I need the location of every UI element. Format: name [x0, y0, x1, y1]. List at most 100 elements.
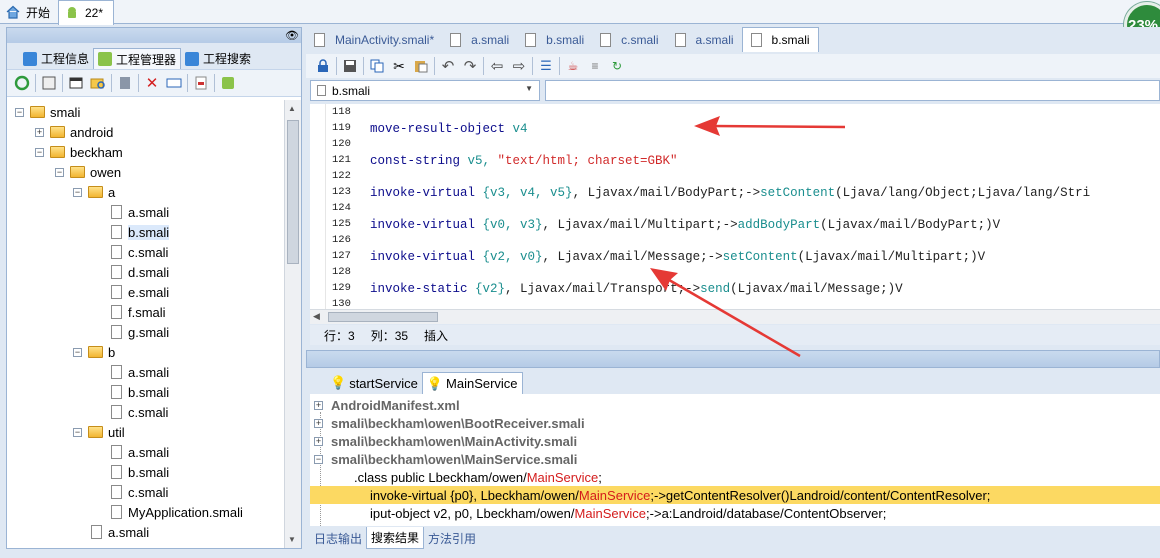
tab-start[interactable]: 开始 [0, 0, 58, 24]
toolbar-divider [532, 57, 533, 75]
tree-file[interactable]: d.smali [111, 262, 169, 282]
forward-icon[interactable]: ⇨ [508, 56, 530, 76]
scroll-up-icon[interactable]: ▲ [288, 104, 296, 113]
redo-icon[interactable]: ↷ [459, 56, 481, 76]
file-icon[interactable] [190, 73, 212, 93]
collapse-icon[interactable]: − [55, 167, 64, 177]
panel-splitter[interactable] [306, 350, 1160, 368]
tree-file[interactable]: g.smali [111, 322, 169, 342]
tree-node-b[interactable]: − b [73, 342, 115, 362]
lock-icon[interactable] [312, 56, 334, 76]
delete-icon[interactable]: ✕ [141, 73, 163, 93]
result-file[interactable]: + smali\beckham\owen\BootReceiver.smali [310, 414, 1160, 432]
tree-node-beckham[interactable]: − beckham [35, 142, 123, 162]
list-icon[interactable]: ≡ [584, 56, 606, 76]
tree-file-selected[interactable]: b.smali [111, 222, 170, 242]
tree-file[interactable]: a.smali [111, 442, 169, 462]
copy-icon[interactable] [366, 56, 388, 76]
collapse-icon[interactable]: − [35, 147, 44, 157]
run-icon[interactable]: ↻ [606, 56, 628, 76]
collapse-icon[interactable]: − [73, 187, 82, 197]
search-tab[interactable]: 💡 startService [326, 372, 422, 394]
rename-icon[interactable] [163, 73, 185, 93]
format-icon[interactable]: ☰ [535, 56, 557, 76]
tree-node-a[interactable]: − a [73, 182, 115, 202]
tree-file[interactable]: c.smali [111, 242, 168, 262]
search-tab-active[interactable]: 💡 MainService [421, 372, 523, 394]
result-file[interactable]: + AndroidManifest.xml [310, 396, 1160, 414]
undo-icon[interactable]: ↶ [437, 56, 459, 76]
tree-node-owen[interactable]: − owen [55, 162, 121, 182]
tree-file[interactable]: c.smali [111, 482, 168, 502]
expand-icon[interactable]: + [35, 127, 44, 137]
window-icon[interactable] [65, 73, 87, 93]
code-hscrollbar[interactable]: ◀ [310, 309, 1160, 324]
tree-file[interactable]: c.smali [111, 402, 168, 422]
expand-icon[interactable]: + [314, 436, 323, 446]
tree-file[interactable]: e.smali [111, 282, 169, 302]
code-line: 119 move-result-object v4 [330, 122, 528, 138]
editor-tab[interactable]: a.smali [442, 27, 517, 52]
collapse-icon[interactable]: − [314, 454, 323, 464]
scroll-down-icon[interactable]: ▼ [288, 535, 296, 544]
code-token: (Ljavax/mail/Message;)V [730, 282, 903, 296]
lightbulb-icon: 💡 [426, 375, 444, 391]
tab-method-refs[interactable]: 方法引用 [424, 527, 480, 549]
tab-project-info[interactable]: 工程信息 [19, 48, 93, 69]
refresh-icon[interactable] [11, 73, 33, 93]
tab-project[interactable]: 22* [58, 0, 114, 25]
chevron-down-icon[interactable]: ▼ [525, 84, 533, 93]
tab-project-manager[interactable]: 工程管理器 [93, 48, 182, 69]
save-icon[interactable] [339, 56, 361, 76]
editor-tab[interactable]: c.smali [592, 27, 666, 52]
editor-tab-label: c.smali [621, 32, 659, 47]
tree-file[interactable]: MyApplication.smali [111, 502, 243, 522]
collapse-icon[interactable]: − [73, 427, 82, 437]
java-icon[interactable]: ☕ [562, 56, 584, 76]
file-icon [111, 445, 122, 459]
eye-icon[interactable]: 👁 [285, 29, 299, 42]
tab-project-search[interactable]: 工程搜索 [181, 48, 255, 69]
line-number: 119 [332, 122, 351, 134]
paste-icon[interactable] [410, 56, 432, 76]
android-build-icon[interactable] [217, 73, 239, 93]
back-icon[interactable]: ⇦ [486, 56, 508, 76]
scroll-left-icon[interactable]: ◀ [313, 311, 320, 322]
editor-tab[interactable]: b.smali [517, 27, 592, 52]
result-file[interactable]: + smali\beckham\owen\MainActivity.smali [310, 432, 1160, 450]
result-match-selected[interactable]: invoke-virtual {p0}, Lbeckham/owen/MainS… [310, 486, 1160, 504]
editor-tab-active[interactable]: b.smali [741, 27, 819, 52]
expand-icon[interactable]: + [314, 418, 323, 428]
tree-scrollbar[interactable]: ▲ ▼ [284, 100, 301, 548]
editor-tab[interactable]: a.smali [667, 27, 742, 52]
file-icon [111, 205, 122, 219]
editor-tab[interactable]: MainActivity.smali* [306, 27, 442, 52]
tab-log-output[interactable]: 日志输出 [310, 527, 366, 549]
tree-file[interactable]: a.smali [91, 522, 149, 542]
code-token: , Ljavax/mail/Multipart;-> [542, 218, 738, 232]
file-selector[interactable]: b.smali ▼ [310, 80, 540, 101]
tree-file[interactable]: a.smali [111, 362, 169, 382]
collapse-icon[interactable]: − [15, 107, 24, 117]
import-icon[interactable] [38, 73, 60, 93]
result-match[interactable]: iput-object v2, p0, Lbeckham/owen/MainSe… [310, 504, 1160, 522]
method-selector[interactable] [545, 80, 1160, 101]
scroll-thumb[interactable] [328, 312, 438, 322]
code-editor[interactable]: 118 119 move-result-object v4 120 121 cons… [310, 104, 1160, 309]
cut-icon[interactable]: ✂ [388, 56, 410, 76]
tree-node-util[interactable]: − util [73, 422, 125, 442]
result-match[interactable]: .class public Lbeckham/owen/MainService; [310, 468, 1160, 486]
tab-search-results[interactable]: 搜索结果 [366, 527, 425, 549]
tree-file[interactable]: f.smali [111, 302, 166, 322]
result-file[interactable]: − smali\beckham\owen\MainService.smali [310, 450, 1160, 468]
tree-file[interactable]: b.smali [111, 462, 169, 482]
scroll-thumb[interactable] [287, 120, 299, 264]
collapse-icon[interactable]: − [73, 347, 82, 357]
tree-file[interactable]: b.smali [111, 382, 169, 402]
tree-node-android[interactable]: + android [35, 122, 113, 142]
tree-file[interactable]: a.smali [111, 202, 169, 222]
tree-node-smali[interactable]: − smali [15, 102, 80, 122]
book-icon[interactable] [114, 73, 136, 93]
find-folder-icon[interactable] [87, 73, 109, 93]
expand-icon[interactable]: + [314, 400, 323, 410]
